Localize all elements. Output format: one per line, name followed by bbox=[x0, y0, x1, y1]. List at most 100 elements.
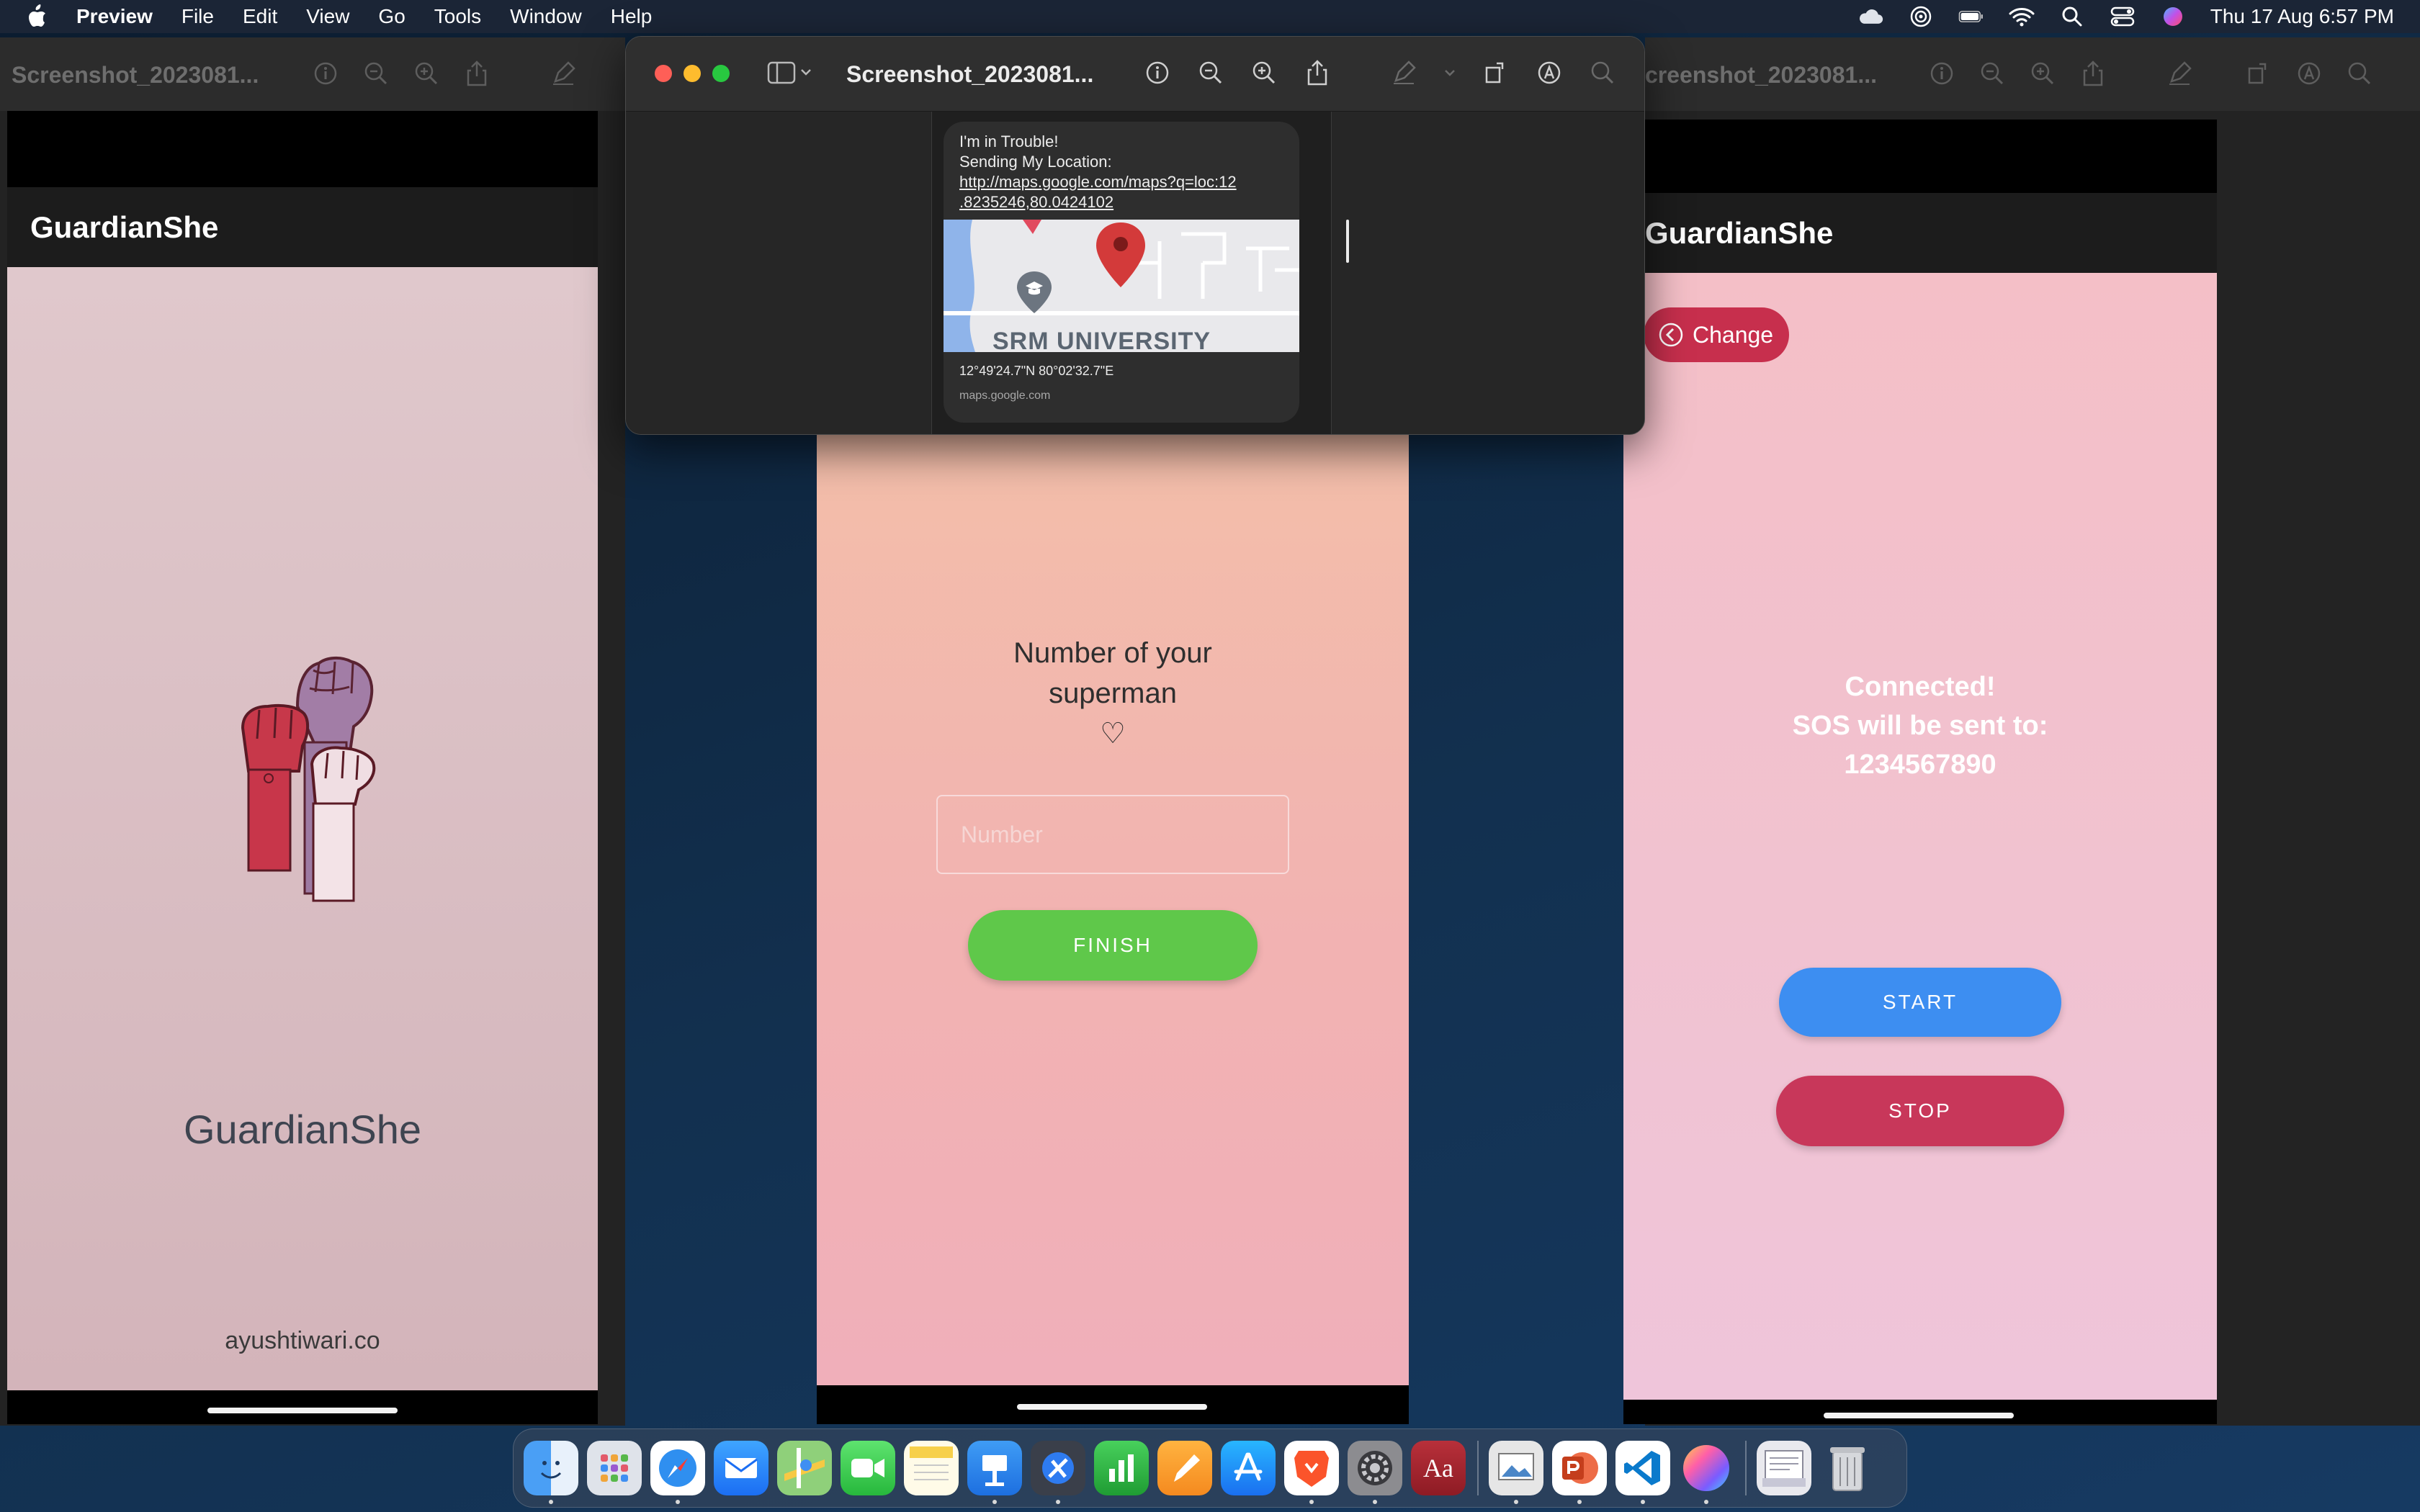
home-indicator[interactable] bbox=[1824, 1413, 2014, 1418]
window-title[interactable]: Screenshot_2023081... bbox=[846, 61, 1093, 88]
message-line-1: I'm in Trouble! bbox=[959, 132, 1059, 150]
pages-icon[interactable] bbox=[1157, 1441, 1212, 1495]
window-title[interactable]: Screenshot_2023081... bbox=[12, 62, 259, 89]
rotate-icon[interactable] bbox=[1482, 58, 1510, 87]
info-icon[interactable] bbox=[311, 59, 340, 88]
minimize-window-button[interactable] bbox=[684, 65, 701, 82]
color-icon[interactable] bbox=[1679, 1441, 1734, 1504]
documents-icon[interactable] bbox=[1757, 1441, 1811, 1495]
markup-pen-icon[interactable] bbox=[1389, 58, 1418, 87]
finish-button[interactable]: FINISH bbox=[968, 910, 1258, 981]
wifi-icon[interactable] bbox=[2009, 6, 2035, 27]
start-button[interactable]: START bbox=[1779, 968, 2061, 1037]
menu-edit[interactable]: Edit bbox=[243, 5, 277, 28]
search-icon[interactable] bbox=[2345, 59, 2374, 88]
menu-clock[interactable]: Thu 17 Aug 6:57 PM bbox=[2210, 5, 2394, 28]
xcode-icon[interactable] bbox=[1031, 1441, 1085, 1504]
brave-icon[interactable] bbox=[1284, 1441, 1339, 1504]
menu-app-name[interactable]: Preview bbox=[76, 5, 153, 28]
numbers-icon[interactable] bbox=[1094, 1441, 1149, 1495]
markup-pen-icon[interactable] bbox=[549, 59, 578, 88]
info-icon[interactable] bbox=[1143, 58, 1172, 87]
status-number: 1234567890 bbox=[1844, 750, 1996, 780]
preview-icon[interactable] bbox=[1489, 1441, 1543, 1504]
apple-icon[interactable] bbox=[26, 4, 55, 29]
rotate-icon[interactable] bbox=[2244, 59, 2273, 88]
share-icon[interactable] bbox=[1303, 58, 1332, 87]
number-input[interactable]: Number bbox=[936, 795, 1289, 874]
menu-help[interactable]: Help bbox=[611, 5, 653, 28]
number-heading: Number of your superman ♡ bbox=[817, 633, 1409, 754]
airdrop-icon[interactable] bbox=[1908, 6, 1934, 27]
heading-line-1: Number of your bbox=[1013, 637, 1212, 669]
message-line-2: Sending My Location: bbox=[959, 153, 1112, 171]
zoom-out-icon[interactable] bbox=[1196, 58, 1225, 87]
window-title[interactable]: creenshot_2023081... bbox=[1645, 62, 1877, 89]
maximize-window-button[interactable] bbox=[712, 65, 730, 82]
zoom-in-icon[interactable] bbox=[412, 59, 441, 88]
maps-icon[interactable] bbox=[777, 1441, 832, 1495]
change-label: Change bbox=[1693, 321, 1774, 348]
nav-bar-area bbox=[817, 1385, 1409, 1424]
location-link-line-1[interactable]: http://maps.google.com/maps?q=loc:12 bbox=[959, 172, 1237, 192]
number-content: Number of your superman ♡ Number FINISH bbox=[817, 428, 1409, 1385]
window-body: I'm in Trouble! Sending My Location: htt… bbox=[626, 112, 1644, 434]
splash-content: GuardianShe ayushtiwari.co bbox=[7, 267, 598, 1390]
system-settings-icon[interactable] bbox=[1348, 1441, 1402, 1504]
home-indicator[interactable] bbox=[207, 1408, 398, 1413]
menu-tools[interactable]: Tools bbox=[434, 5, 481, 28]
share-icon[interactable] bbox=[2079, 59, 2107, 88]
menu-view[interactable]: View bbox=[306, 5, 349, 28]
mail-icon[interactable] bbox=[714, 1441, 768, 1495]
heart-icon: ♡ bbox=[1100, 718, 1126, 750]
menu-file[interactable]: File bbox=[182, 5, 214, 28]
facetime-icon[interactable] bbox=[841, 1441, 895, 1495]
app-bar: GuardianShe bbox=[7, 187, 598, 267]
markup-pen-icon[interactable] bbox=[2165, 59, 2194, 88]
zoom-out-icon[interactable] bbox=[1978, 59, 2007, 88]
location-link-line-2[interactable]: .8235246,80.0424102 bbox=[959, 192, 1237, 212]
icloud-icon[interactable] bbox=[1857, 6, 1883, 27]
menu-window[interactable]: Window bbox=[510, 5, 582, 28]
map-place-label: SRM UNIVERSITY bbox=[992, 328, 1211, 352]
window-toolbar: Screenshot_2023081... bbox=[626, 37, 1644, 112]
finder-icon[interactable] bbox=[524, 1441, 578, 1504]
siri-icon[interactable] bbox=[2160, 6, 2186, 27]
close-window-button[interactable] bbox=[655, 65, 672, 82]
dictionary-icon[interactable]: Aa bbox=[1411, 1441, 1466, 1495]
powerpoint-icon[interactable] bbox=[1552, 1441, 1607, 1504]
share-icon[interactable] bbox=[462, 59, 491, 88]
message-bubble: I'm in Trouble! Sending My Location: htt… bbox=[944, 122, 1299, 423]
menu-bar: Preview File Edit View Go Tools Window H… bbox=[0, 0, 2420, 33]
notes-icon[interactable] bbox=[904, 1441, 959, 1495]
sidebar-toggle-icon[interactable] bbox=[767, 60, 815, 89]
zoom-in-icon[interactable] bbox=[2028, 59, 2057, 88]
nav-bar-area bbox=[7, 1390, 598, 1424]
trash-icon[interactable] bbox=[1820, 1441, 1875, 1495]
page-scroll-caret[interactable] bbox=[1346, 220, 1349, 263]
safari-icon[interactable] bbox=[650, 1441, 705, 1504]
menu-go[interactable]: Go bbox=[378, 5, 405, 28]
annotate-icon[interactable] bbox=[1535, 58, 1564, 87]
website-link[interactable]: ayushtiwari.co bbox=[7, 1327, 598, 1355]
vscode-icon[interactable] bbox=[1615, 1441, 1670, 1504]
window-toolbar: Screenshot_2023081... bbox=[0, 37, 625, 111]
stop-button[interactable]: STOP bbox=[1776, 1076, 2064, 1146]
status-bar-area bbox=[7, 111, 598, 187]
message-text: I'm in Trouble! Sending My Location: htt… bbox=[959, 132, 1237, 212]
map-preview[interactable]: SRM UNIVERSITY bbox=[944, 220, 1299, 352]
home-indicator[interactable] bbox=[1017, 1404, 1207, 1410]
change-button[interactable]: Change bbox=[1644, 307, 1789, 362]
launchpad-icon[interactable] bbox=[587, 1441, 642, 1495]
keynote-icon[interactable] bbox=[967, 1441, 1022, 1504]
search-icon[interactable] bbox=[1588, 58, 1617, 87]
zoom-out-icon[interactable] bbox=[362, 59, 390, 88]
app-store-icon[interactable] bbox=[1221, 1441, 1276, 1495]
annotate-icon[interactable] bbox=[2295, 59, 2323, 88]
battery-icon[interactable] bbox=[1958, 6, 1984, 27]
control-center-icon[interactable] bbox=[2110, 6, 2136, 27]
zoom-in-icon[interactable] bbox=[1250, 58, 1278, 87]
spotlight-search-icon[interactable] bbox=[2059, 6, 2085, 27]
chevron-down-icon[interactable] bbox=[1443, 58, 1457, 87]
info-icon[interactable] bbox=[1927, 59, 1956, 88]
